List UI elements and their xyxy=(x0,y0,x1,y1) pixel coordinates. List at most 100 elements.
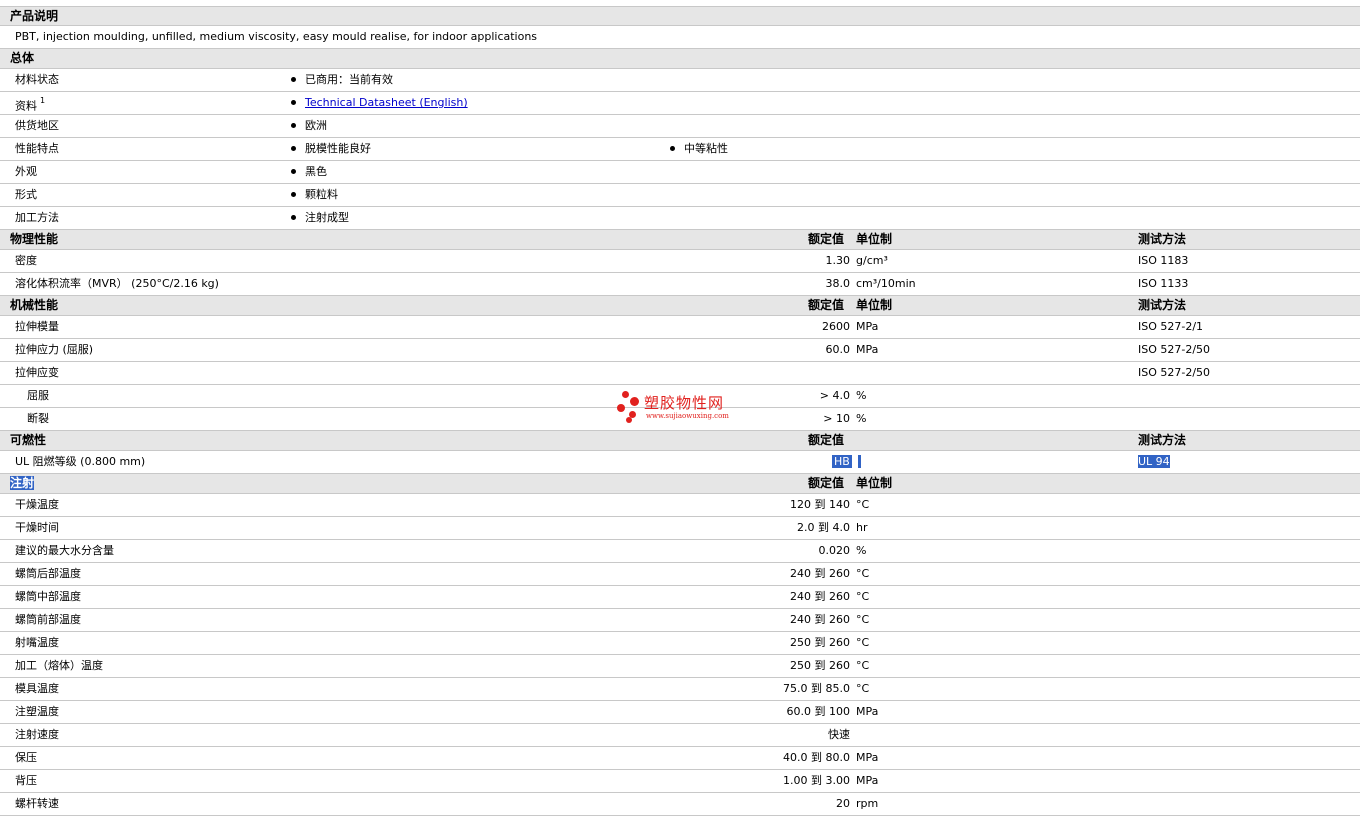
row-value: > 10 xyxy=(823,412,850,425)
row-label: 拉伸应力 (屈服) xyxy=(15,343,94,356)
row-label: 断裂 xyxy=(27,412,49,425)
table-row: 密度 1.30 g/cm³ ISO 1183 xyxy=(0,250,1360,273)
row-unit: g/cm³ xyxy=(856,254,888,267)
table-row: 加工方法 注射成型 xyxy=(0,207,1360,230)
row-label: 加工方法 xyxy=(15,211,59,224)
row-value: 250 到 260 xyxy=(790,636,850,649)
table-row: 建议的最大水分含量 0.020% xyxy=(0,540,1360,563)
row-test: ISO 1183 xyxy=(1138,254,1189,267)
bullet-value: 注射成型 xyxy=(291,207,349,229)
bullet-icon xyxy=(291,168,296,174)
table-row: 注塑温度 60.0 到 100 MPa xyxy=(0,701,1360,724)
row-value: 0.020 xyxy=(818,544,851,557)
row-label: 螺筒前部温度 xyxy=(15,613,81,626)
row-value: 2.0 到 4.0 xyxy=(797,521,850,534)
row-label: 溶化体积流率（MVR） (250°C/2.16 kg) xyxy=(15,277,219,290)
bullet-icon xyxy=(670,145,675,151)
section-header-general: 总体 xyxy=(0,49,1360,69)
row-value: 快速 xyxy=(828,728,850,741)
row-label: 干燥温度 xyxy=(15,498,59,511)
bullet-icon xyxy=(291,191,296,197)
row-value: 38.0 xyxy=(825,277,851,290)
row-unit: hr xyxy=(856,521,868,534)
row-unit: MPa xyxy=(856,774,879,787)
description-text: PBT, injection moulding, unfilled, mediu… xyxy=(15,30,538,43)
row-unit: cm³/10min xyxy=(856,277,916,290)
bullet-icon xyxy=(291,76,296,82)
row-unit: MPa xyxy=(856,705,879,718)
row-value: 250 到 260 xyxy=(790,659,850,672)
row-test: ISO 527-2/50 xyxy=(1138,343,1211,356)
datasheet-link[interactable]: Technical Datasheet (English) xyxy=(305,96,468,109)
table-row: 溶化体积流率（MVR） (250°C/2.16 kg) 38.0 cm³/10m… xyxy=(0,273,1360,296)
row-label: 模具温度 xyxy=(15,682,59,695)
row-label: 拉伸应变 xyxy=(15,366,59,379)
row-unit: °C xyxy=(856,567,870,580)
row-label: 外观 xyxy=(15,165,37,178)
bullet-value: 颗粒料 xyxy=(291,184,338,206)
table-row: 外观 黑色 xyxy=(0,161,1360,184)
table-row: 性能特点 脱模性能良好 中等粘性 xyxy=(0,138,1360,161)
row-value: 20 xyxy=(836,797,850,810)
table-row: 拉伸应力 (屈服) 60.0 MPa ISO 527-2/50 xyxy=(0,339,1360,362)
bullet-value: Technical Datasheet (English) xyxy=(291,92,468,114)
row-unit: °C xyxy=(856,636,870,649)
row-label: 资料 1 xyxy=(15,96,46,113)
bullet-value: 脱模性能良好 xyxy=(291,138,371,160)
table-row: 供货地区 欧洲 xyxy=(0,115,1360,138)
row-unit: % xyxy=(856,389,867,402)
bullet-icon xyxy=(291,99,296,105)
table-row: 干燥温度 120 到 140 °C xyxy=(0,494,1360,517)
row-label: 螺杆转速 xyxy=(15,797,59,810)
section-title: 可燃性 xyxy=(10,433,47,447)
row-label: 材料状态 xyxy=(15,73,59,86)
table-row: 螺筒后部温度 240 到 260 °C xyxy=(0,563,1360,586)
table-row: 螺杆转速 20 rpm xyxy=(0,793,1360,816)
row-unit: °C xyxy=(856,659,870,672)
bullet-value-2: 中等粘性 xyxy=(670,138,728,160)
row-label: 屈服 xyxy=(27,389,49,402)
row-label: 保压 xyxy=(15,751,37,764)
bullet-value: 黑色 xyxy=(291,161,327,183)
row-label: 注塑温度 xyxy=(15,705,59,718)
row-test: ISO 527-2/1 xyxy=(1138,320,1204,333)
table-row: UL 阻燃等级 (0.800 mm) HB UL 94 xyxy=(0,451,1360,474)
watermark-url: www.sujiaowuxing.com xyxy=(646,412,729,420)
col-header-unit: 单位制 xyxy=(856,232,893,246)
logo-dot xyxy=(626,417,632,423)
row-label: 密度 xyxy=(15,254,37,267)
row-value: 1.30 xyxy=(825,254,851,267)
col-header-value: 额定值 xyxy=(808,433,845,447)
row-label: 螺筒中部温度 xyxy=(15,590,81,603)
col-header-value: 额定值 xyxy=(808,476,845,490)
section-title: 注射 xyxy=(10,476,35,490)
row-test: ISO 527-2/50 xyxy=(1138,366,1211,379)
datasheet: 产品说明 PBT, injection moulding, unfilled, … xyxy=(0,6,1360,816)
row-label: 形式 xyxy=(15,188,37,201)
table-row: 干燥时间 2.0 到 4.0 hr xyxy=(0,517,1360,540)
col-header-test: 测试方法 xyxy=(1138,433,1187,447)
row-value: 60.0 xyxy=(825,343,851,356)
row-value: HB xyxy=(832,451,862,473)
row-label: 供货地区 xyxy=(15,119,59,132)
row-value: 240 到 260 xyxy=(790,567,850,580)
row-unit: % xyxy=(856,412,867,425)
table-row: 加工（熔体）温度 250 到 260 °C xyxy=(0,655,1360,678)
section-header-description: 产品说明 xyxy=(0,6,1360,26)
section-header-mechanical: 机械性能 额定值 单位制 测试方法 xyxy=(0,296,1360,316)
row-label: UL 阻燃等级 (0.800 mm) xyxy=(15,455,146,468)
table-row: 材料状态 已商用：当前有效 xyxy=(0,69,1360,92)
row-unit: rpm xyxy=(856,797,879,810)
row-unit: MPa xyxy=(856,343,879,356)
row-value: 240 到 260 xyxy=(790,613,850,626)
row-unit: % xyxy=(856,544,867,557)
row-value: 60.0 到 100 xyxy=(786,705,850,718)
row-label: 注射速度 xyxy=(15,728,59,741)
row-label: 加工（熔体）温度 xyxy=(15,659,103,672)
section-header-injection: 注射 额定值 单位制 xyxy=(0,474,1360,494)
bullet-value: 已商用：当前有效 xyxy=(291,69,393,91)
row-value: 2600 xyxy=(822,320,850,333)
description-row: PBT, injection moulding, unfilled, mediu… xyxy=(0,26,1360,49)
col-header-value: 额定值 xyxy=(808,298,845,312)
bullet-icon xyxy=(291,122,296,128)
